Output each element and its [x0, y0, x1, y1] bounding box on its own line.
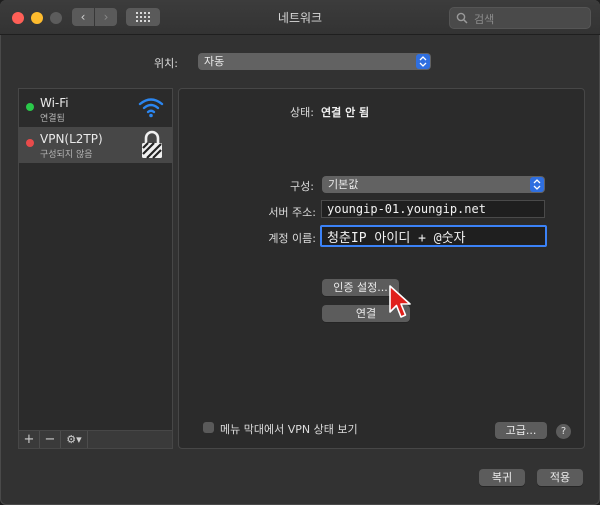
service-status: 구성되지 않음 — [40, 150, 93, 160]
chevron-updown-icon — [530, 177, 544, 192]
search-icon — [456, 12, 468, 24]
service-status: 연결됨 — [40, 114, 65, 124]
service-name: Wi-Fi — [40, 96, 69, 110]
status-dot-disconnected — [26, 139, 34, 147]
service-item-wifi[interactable]: Wi-Fi 연결됨 — [19, 91, 172, 127]
remove-service-button[interactable]: − — [40, 431, 61, 448]
configuration-label: 구성: — [290, 180, 314, 193]
location-select[interactable]: 자동 — [198, 53, 431, 70]
server-address-field[interactable] — [321, 200, 545, 218]
wifi-icon — [138, 98, 164, 118]
apply-button[interactable]: 적용 — [537, 469, 583, 486]
network-preferences-window: ‹ › 네트워크 위치: 자동 — [0, 0, 600, 505]
search-field[interactable] — [449, 7, 591, 29]
chevron-updown-icon — [416, 54, 430, 69]
service-list: Wi-Fi 연결됨 VPN(L2TP) 구성되지 않음 — [18, 88, 173, 431]
status-dot-connected — [26, 103, 34, 111]
advanced-button[interactable]: 고급... — [495, 422, 547, 439]
configuration-value: 기본값 — [328, 178, 359, 191]
account-name-field[interactable] — [320, 225, 547, 247]
show-vpn-status-checkbox[interactable] — [203, 422, 214, 433]
show-vpn-status-label: 메뉴 막대에서 VPN 상태 보기 — [220, 423, 358, 436]
title-bar: ‹ › 네트워크 — [0, 0, 600, 35]
gear-icon[interactable]: ⚙▾ — [61, 431, 88, 448]
cursor-arrow-icon — [389, 285, 411, 318]
revert-button[interactable]: 복귀 — [479, 469, 525, 486]
help-button[interactable]: ? — [556, 424, 571, 439]
lock-icon — [142, 130, 162, 159]
location-value: 자동 — [204, 55, 225, 68]
location-label: 위치: — [154, 57, 178, 70]
service-name: VPN(L2TP) — [40, 132, 103, 146]
account-name-label: 계정 이름: — [268, 232, 316, 245]
configuration-select[interactable]: 기본값 — [322, 176, 545, 193]
status-label: 상태: — [290, 106, 314, 119]
service-detail-panel — [178, 88, 585, 449]
server-address-label: 서버 주소: — [268, 206, 316, 219]
service-list-toolbar: + − ⚙▾ — [18, 430, 173, 449]
search-input[interactable] — [472, 10, 586, 28]
status-value: 연결 안 됨 — [321, 106, 370, 119]
service-item-vpn[interactable]: VPN(L2TP) 구성되지 않음 — [19, 127, 172, 163]
add-service-button[interactable]: + — [19, 431, 40, 448]
